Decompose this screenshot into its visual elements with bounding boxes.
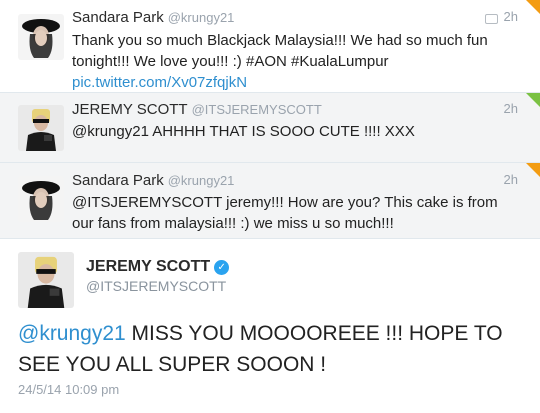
detail-avatar[interactable] xyxy=(18,252,74,308)
avatar[interactable] xyxy=(18,14,64,60)
detail-name-text: JEREMY SCOTT xyxy=(86,258,211,275)
tweet-text: @ITSJEREMYSCOTT jeremy!!! How are you? T… xyxy=(72,192,512,234)
detail-mention[interactable]: @krungy21 xyxy=(18,322,126,345)
tweet-link[interactable]: pic.twitter.com/Xv07zfqjkN xyxy=(72,74,247,91)
verified-icon: ✓ xyxy=(214,260,230,275)
avatar[interactable] xyxy=(18,105,64,151)
tweet-3[interactable]: Sandara Park @krungy21 2h @ITSJEREMYSCOTT… xyxy=(0,163,540,239)
tweet-text: @krungy21 AHHHH THAT IS SOOO CUTE !!!! X… xyxy=(72,121,512,142)
tweet-2[interactable]: JEREMY SCOTT @ITSJEREMYSCOTT 2h @krungy21… xyxy=(0,93,540,163)
detail-author-handle[interactable]: @ITSJEREMYSCOTT xyxy=(86,278,226,294)
tweet-time: 2h xyxy=(503,101,518,116)
jeremy-avatar-image xyxy=(18,252,74,308)
jeremy-avatar-image xyxy=(18,105,64,151)
author-name[interactable]: Sandara Park xyxy=(72,172,164,189)
avatar[interactable] xyxy=(18,176,64,222)
sandara-avatar-image xyxy=(18,176,64,222)
sandara-avatar-image xyxy=(18,14,64,60)
tweet-text-content: @krungy21 AHHHH THAT IS SOOO CUTE !!!! X… xyxy=(72,123,415,140)
tweet-text-content: @ITSJEREMYSCOTT jeremy!!! How are you? T… xyxy=(72,194,498,232)
detail-author-name[interactable]: JEREMY SCOTT ✓ xyxy=(86,258,230,276)
tweet-time: 2h xyxy=(503,9,518,24)
author-handle[interactable]: @krungy21 xyxy=(168,10,235,25)
tweet-header: Sandara Park @krungy21 xyxy=(72,9,234,27)
author-handle[interactable]: @ITSJEREMYSCOTT xyxy=(192,102,322,117)
retweet-corner-marker xyxy=(526,93,540,107)
tweet-header: Sandara Park @krungy21 xyxy=(72,172,234,190)
author-handle[interactable]: @krungy21 xyxy=(168,173,235,188)
tweet-text: Thank you so much Blackjack Malaysia!!! … xyxy=(72,30,512,93)
media-icon xyxy=(485,14,498,24)
author-name[interactable]: Sandara Park xyxy=(72,9,164,26)
unread-corner-marker xyxy=(526,0,540,14)
unread-corner-marker xyxy=(526,163,540,177)
author-name[interactable]: JEREMY SCOTT xyxy=(72,101,188,118)
tweet-1[interactable]: Sandara Park @krungy21 2h Thank you so mu… xyxy=(0,0,540,93)
tweet-header: JEREMY SCOTT @ITSJEREMYSCOTT xyxy=(72,101,322,119)
detail-timestamp: 24/5/14 10:09 pm xyxy=(18,382,120,397)
tweet-time: 2h xyxy=(503,172,518,187)
detail-tweet-text: @krungy21 MISS YOU MOOOOREEE !!! HOPE TO… xyxy=(18,318,528,380)
tweet-text-content: Thank you so much Blackjack Malaysia!!! … xyxy=(72,32,488,70)
